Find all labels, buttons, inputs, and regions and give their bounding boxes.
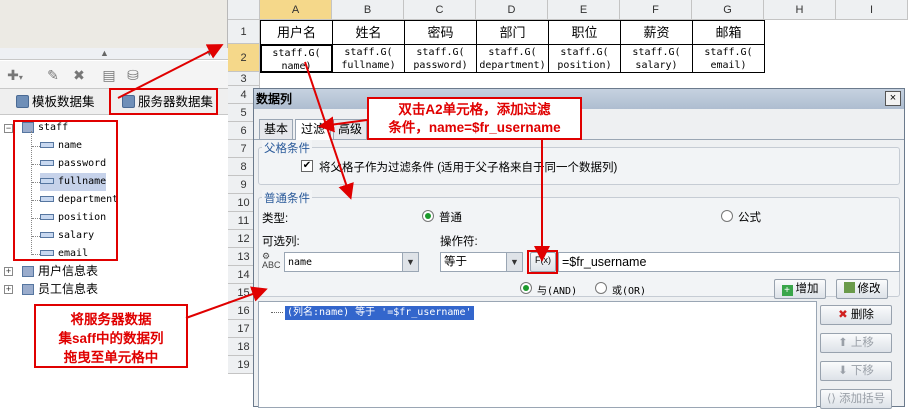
- arrow-to-cell-a2: [117, 44, 224, 99]
- annotation-arrows: [117, 44, 550, 319]
- arrow-from-left-note: [185, 286, 268, 319]
- arrow-to-filter-tab-2: [318, 116, 368, 133]
- arrow-to-filter-tab: [304, 61, 354, 200]
